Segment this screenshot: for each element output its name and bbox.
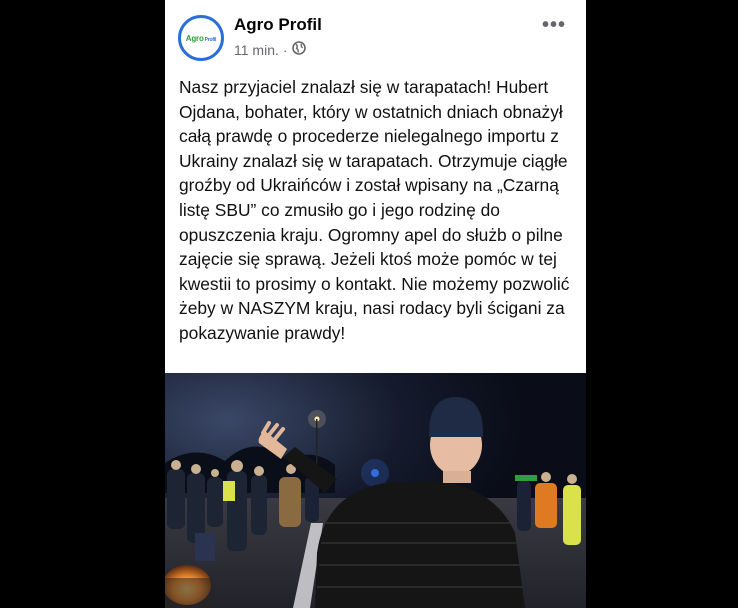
facebook-post: AgroProfil Agro Profil 11 min. · ••• Nas… <box>165 0 586 608</box>
post-meta: 11 min. · <box>234 41 306 58</box>
agro-profil-logo: AgroProfil <box>185 33 217 43</box>
post-text: Nasz przyjaciel znalazł się w tarapatach… <box>179 77 570 343</box>
page-avatar[interactable]: AgroProfil <box>178 15 224 61</box>
more-options-icon[interactable]: ••• <box>542 14 566 37</box>
globe-icon[interactable] <box>291 41 306 58</box>
post-header: AgroProfil Agro Profil 11 min. · ••• <box>165 0 586 70</box>
post-photo[interactable] <box>165 373 586 608</box>
post-timestamp[interactable]: 11 min. <box>234 42 279 58</box>
page-name[interactable]: Agro Profil <box>234 15 322 35</box>
meta-separator: · <box>282 41 288 58</box>
